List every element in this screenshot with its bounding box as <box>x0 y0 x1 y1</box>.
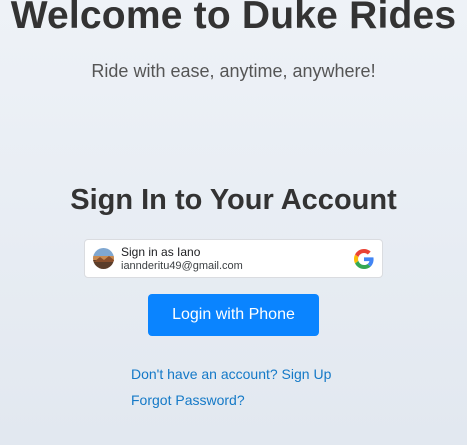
forgot-password-link[interactable]: Forgot Password? <box>131 392 245 408</box>
google-g-icon <box>354 249 374 269</box>
avatar <box>93 248 114 269</box>
google-signin-button[interactable]: Sign in as Iano iannderitu49@gmail.com <box>84 239 383 278</box>
login-with-phone-button[interactable]: Login with Phone <box>148 294 319 336</box>
account-email: iannderitu49@gmail.com <box>121 260 243 272</box>
account-name: Sign in as Iano <box>121 245 201 259</box>
signup-link[interactable]: Don't have an account? Sign Up <box>131 366 331 382</box>
page-subtitle: Ride with ease, anytime, anywhere! <box>91 61 376 81</box>
signin-heading: Sign In to Your Account <box>70 184 397 216</box>
account-info: Sign in as Iano iannderitu49@gmail.com <box>121 245 243 273</box>
avatar-photo-icon <box>93 248 114 269</box>
page-title: Welcome to Duke Rides <box>10 0 457 37</box>
